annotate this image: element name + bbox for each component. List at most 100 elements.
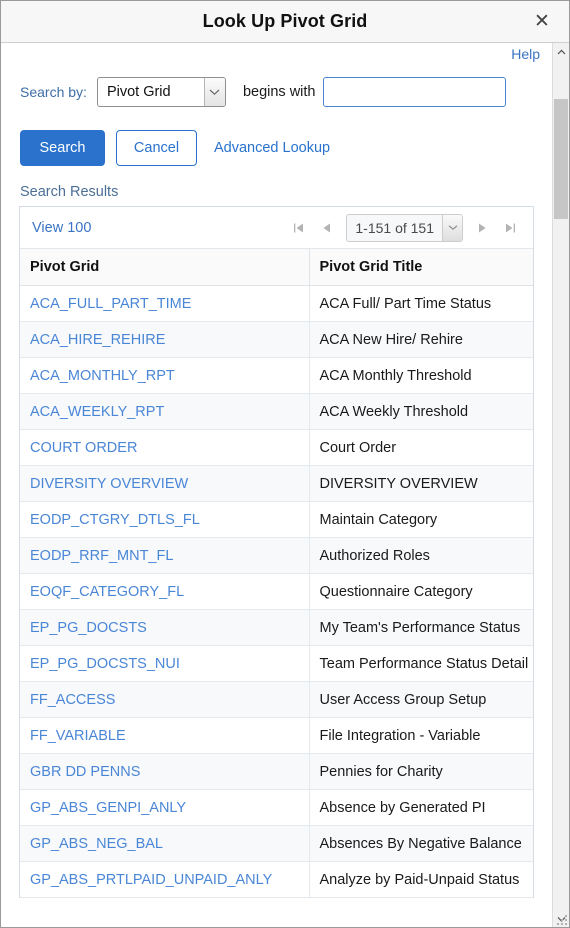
table-row: EODP_RRF_MNT_FL Authorized Roles — [20, 537, 533, 574]
pivot-grid-title-text: File Integration - Variable — [319, 727, 481, 744]
pivot-grid-link[interactable]: DIVERSITY OVERVIEW — [30, 476, 188, 492]
cell-pivot-grid: FF_VARIABLE — [20, 717, 310, 754]
pivot-grid-link[interactable]: EP_PG_DOCSTS — [30, 620, 147, 636]
cell-pivot-grid-title: Absence by Generated PI — [309, 789, 533, 826]
pivot-grid-title-text: Analyze by Paid-Unpaid Status — [319, 871, 520, 888]
dialog-body: Help Search by: Pivot Grid begins with S… — [1, 43, 569, 927]
vertical-scrollbar[interactable] — [552, 43, 569, 927]
table-row: ACA_MONTHLY_RPT ACA Monthly Threshold — [20, 357, 533, 394]
chevron-down-icon — [203, 78, 225, 106]
table-row: EOQF_CATEGORY_FL Questionnaire Category — [20, 573, 533, 610]
pivot-grid-title-text: Maintain Category — [319, 511, 438, 528]
scroll-up-icon[interactable] — [553, 43, 569, 60]
cell-pivot-grid-title: ACA Monthly Threshold — [309, 357, 533, 394]
scrollbar-thumb[interactable] — [554, 99, 568, 219]
table-row: DIVERSITY OVERVIEW DIVERSITY OVERVIEW — [20, 465, 533, 502]
pivot-grid-link[interactable]: EODP_CTGRY_DTLS_FL — [30, 512, 200, 528]
cell-pivot-grid-title: Court Order — [309, 429, 533, 466]
table-row: ACA_FULL_PART_TIME ACA Full/ Part Time St… — [20, 285, 533, 322]
search-criteria-row: Search by: Pivot Grid begins with — [1, 71, 552, 113]
search-input[interactable] — [323, 77, 507, 107]
table-row: EODP_CTGRY_DTLS_FL Maintain Category — [20, 501, 533, 538]
cell-pivot-grid: EP_PG_DOCSTS — [20, 609, 310, 646]
cell-pivot-grid-title: Maintain Category — [309, 501, 533, 538]
cell-pivot-grid: EODP_RRF_MNT_FL — [20, 537, 310, 574]
results-table: Pivot Grid Pivot Grid Title ACA_FULL_PAR… — [20, 249, 533, 898]
table-row: GBR DD PENNS Pennies for Charity — [20, 753, 533, 790]
cell-pivot-grid-title: User Access Group Setup — [309, 681, 533, 718]
pivot-grid-link[interactable]: ACA_FULL_PART_TIME — [30, 296, 191, 312]
cell-pivot-grid-title: Authorized Roles — [309, 537, 533, 574]
pivot-grid-link[interactable]: ACA_MONTHLY_RPT — [30, 368, 175, 384]
grid-toolbar: View 100 1-151 of 151 — [20, 207, 533, 249]
table-row: EP_PG_DOCSTS_NUI Team Performance Status … — [20, 645, 533, 682]
cell-pivot-grid-title: Questionnaire Category — [309, 573, 533, 610]
close-icon[interactable]: ✕ — [529, 9, 555, 35]
help-link[interactable]: Help — [511, 46, 540, 62]
pivot-grid-title-text: ACA Full/ Part Time Status — [319, 295, 492, 312]
pivot-grid-link[interactable]: GBR DD PENNS — [30, 764, 140, 780]
column-header-pivot-grid-title[interactable]: Pivot Grid Title — [309, 249, 533, 286]
cell-pivot-grid-title: Absences By Negative Balance — [309, 825, 533, 862]
pivot-grid-title-text: Questionnaire Category — [319, 583, 473, 600]
cell-pivot-grid-title: File Integration - Variable — [309, 717, 533, 754]
action-buttons-row: Search Cancel Advanced Lookup — [1, 130, 552, 166]
cell-pivot-grid: DIVERSITY OVERVIEW — [20, 465, 310, 502]
table-header-row: Pivot Grid Pivot Grid Title — [20, 249, 533, 286]
pivot-grid-title-text: Court Order — [319, 439, 397, 456]
search-by-selected-value: Pivot Grid — [106, 84, 171, 100]
table-row: ACA_WEEKLY_RPT ACA Weekly Threshold — [20, 393, 533, 430]
results-table-body: ACA_FULL_PART_TIME ACA Full/ Part Time St… — [20, 285, 533, 898]
view-all-link[interactable]: View 100 — [32, 220, 91, 236]
cell-pivot-grid: ACA_MONTHLY_RPT — [20, 357, 310, 394]
help-row: Help — [1, 43, 552, 69]
pivot-grid-link[interactable]: GP_ABS_GENPI_ANLY — [30, 800, 186, 816]
pivot-grid-link[interactable]: GP_ABS_PRTLPAID_UNPAID_ANLY — [30, 872, 272, 888]
pivot-grid-link[interactable]: FF_VARIABLE — [30, 728, 126, 744]
pivot-grid-link[interactable]: COURT ORDER — [30, 440, 137, 456]
cell-pivot-grid: ACA_FULL_PART_TIME — [20, 285, 310, 322]
pivot-grid-link[interactable]: ACA_WEEKLY_RPT — [30, 404, 164, 420]
pivot-grid-link[interactable]: ACA_HIRE_REHIRE — [30, 332, 165, 348]
cell-pivot-grid-title: DIVERSITY OVERVIEW — [309, 465, 533, 502]
pivot-grid-link[interactable]: EODP_RRF_MNT_FL — [30, 548, 173, 564]
operator-label: begins with — [242, 84, 316, 100]
next-page-icon[interactable] — [469, 215, 495, 241]
table-row: FF_ACCESS User Access Group Setup — [20, 681, 533, 718]
cell-pivot-grid-title: ACA New Hire/ Rehire — [309, 321, 533, 358]
search-results-caption: Search Results — [20, 184, 119, 200]
pivot-grid-title-text: Authorized Roles — [319, 547, 430, 564]
cell-pivot-grid: FF_ACCESS — [20, 681, 310, 718]
dialog-title: Look Up Pivot Grid — [202, 11, 368, 31]
resize-grip[interactable] — [555, 913, 567, 925]
pivot-grid-title-text: ACA Monthly Threshold — [319, 367, 472, 384]
cell-pivot-grid: EODP_CTGRY_DTLS_FL — [20, 501, 310, 538]
cell-pivot-grid: EOQF_CATEGORY_FL — [20, 573, 310, 610]
search-button[interactable]: Search — [20, 130, 105, 166]
cell-pivot-grid-title: ACA Weekly Threshold — [309, 393, 533, 430]
last-page-icon[interactable] — [497, 215, 523, 241]
pivot-grid-title-text: Team Performance Status Detail — [319, 655, 529, 672]
cell-pivot-grid: COURT ORDER — [20, 429, 310, 466]
pivot-grid-link[interactable]: FF_ACCESS — [30, 692, 115, 708]
dialog-content: Help Search by: Pivot Grid begins with S… — [1, 43, 552, 927]
pivot-grid-title-text: Pennies for Charity — [319, 763, 443, 780]
pivot-grid-title-text: ACA New Hire/ Rehire — [319, 331, 463, 348]
pivot-grid-link[interactable]: EOQF_CATEGORY_FL — [30, 584, 184, 600]
pivot-grid-link[interactable]: GP_ABS_NEG_BAL — [30, 836, 163, 852]
previous-page-icon[interactable] — [314, 215, 340, 241]
search-results-grid: View 100 1-151 of 151 Pivot Grid Pivot G… — [19, 206, 534, 898]
pivot-grid-title-text: DIVERSITY OVERVIEW — [319, 475, 478, 492]
cancel-button[interactable]: Cancel — [116, 130, 197, 166]
search-by-select[interactable]: Pivot Grid — [96, 77, 226, 107]
search-by-label: Search by: — [20, 84, 87, 100]
pivot-grid-link[interactable]: EP_PG_DOCSTS_NUI — [30, 656, 180, 672]
dialog-titlebar: Look Up Pivot Grid ✕ — [1, 1, 569, 43]
table-row: GP_ABS_PRTLPAID_UNPAID_ANLY Analyze by Pa… — [20, 861, 533, 898]
page-range-select[interactable]: 1-151 of 151 — [346, 213, 463, 242]
column-header-pivot-grid[interactable]: Pivot Grid — [20, 249, 310, 286]
chevron-down-icon — [442, 214, 462, 241]
advanced-lookup-link[interactable]: Advanced Lookup — [214, 140, 330, 156]
cell-pivot-grid: EP_PG_DOCSTS_NUI — [20, 645, 310, 682]
first-page-icon[interactable] — [286, 215, 312, 241]
